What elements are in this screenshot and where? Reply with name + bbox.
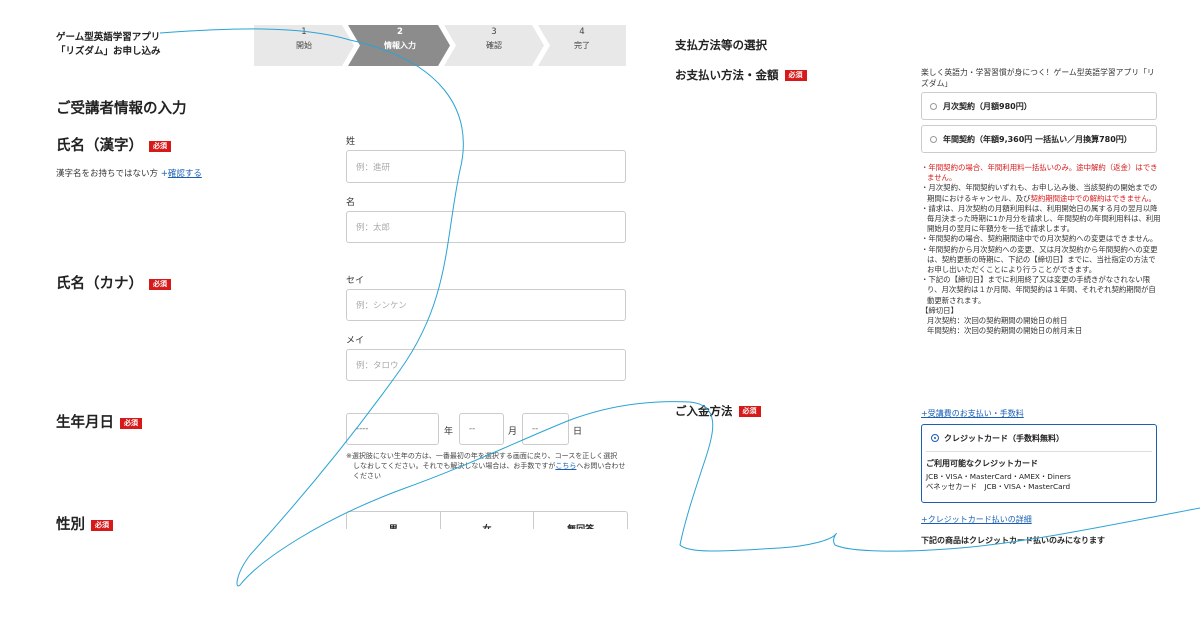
freehand-annotation <box>159 28 1201 587</box>
freehand-stroke <box>159 28 1201 587</box>
